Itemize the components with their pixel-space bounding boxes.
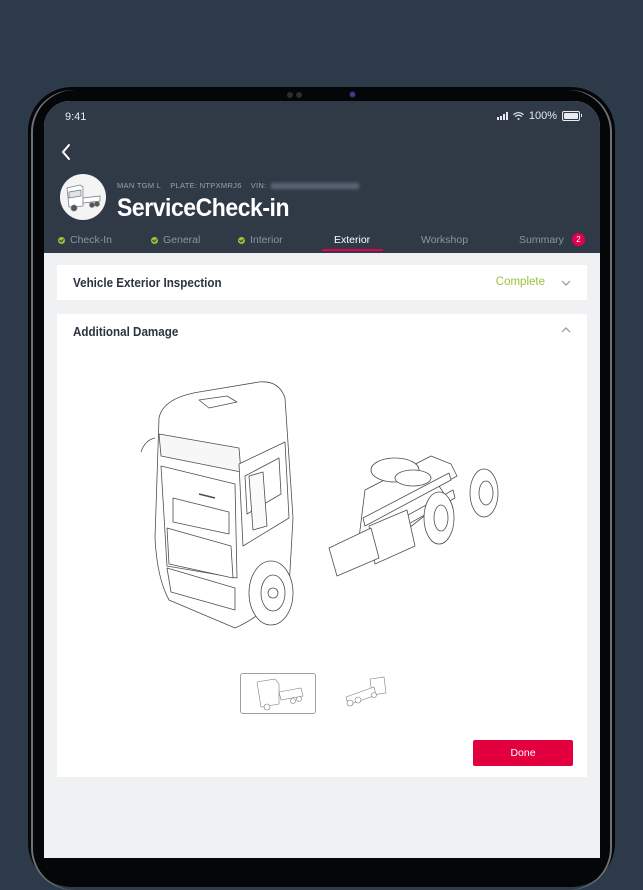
page-title: ServiceCheck-in <box>117 194 290 222</box>
tab-label: General <box>163 234 201 246</box>
sensor-dot <box>287 92 293 98</box>
battery-icon <box>562 111 582 121</box>
tab-workshop[interactable]: Workshop <box>421 234 468 246</box>
status-label: Complete <box>495 276 545 288</box>
view-thumbnail-rear[interactable] <box>334 673 408 712</box>
sensor-dot <box>296 92 302 98</box>
tab-exterior[interactable]: Exterior <box>334 234 370 246</box>
vehicle-model: MAN TGM L <box>117 181 162 190</box>
check-icon <box>238 236 245 244</box>
done-button[interactable]: Done <box>473 740 573 766</box>
tab-label: Exterior <box>334 234 371 246</box>
vin-value-redacted <box>270 183 359 190</box>
chevron-up-icon[interactable] <box>561 325 571 335</box>
section-title: Additional Damage <box>73 325 179 339</box>
tab-general[interactable]: General <box>151 234 200 246</box>
truck-thumbnail-icon <box>66 184 101 212</box>
status-indicators: 100% <box>496 110 582 122</box>
front-camera <box>350 92 355 97</box>
back-button[interactable] <box>58 141 74 163</box>
notification-badge: 2 <box>571 233 585 246</box>
cellular-signal-icon <box>496 112 508 120</box>
tab-interior[interactable]: Interior <box>238 234 283 246</box>
truck-front-view-icon <box>256 678 304 711</box>
app-screen: 9:41 100% MAN TGM L PLATE: NTPXMRJ6 VIN:… <box>44 101 600 858</box>
vehicle-avatar <box>60 174 106 220</box>
vehicle-plate: PLATE: NTPXMRJ6 <box>170 181 242 190</box>
app-header: 9:41 100% MAN TGM L PLATE: NTPXMRJ6 VIN:… <box>44 101 600 253</box>
exterior-inspection-card[interactable]: Vehicle Exterior Inspection Complete <box>57 265 587 300</box>
active-tab-indicator <box>322 249 383 251</box>
section-title: Vehicle Exterior Inspection <box>73 276 222 290</box>
vehicle-vin: VIN: <box>251 181 359 190</box>
tab-check-in[interactable]: Check-In <box>58 234 112 246</box>
tab-label: Summary <box>519 233 564 246</box>
truck-diagram[interactable] <box>139 378 509 643</box>
view-thumbnail-front[interactable] <box>240 673 316 714</box>
additional-damage-card: Additional Damage Done <box>57 314 587 777</box>
tab-summary[interactable]: Summary 2 <box>519 233 585 246</box>
vin-label: VIN: <box>250 181 267 190</box>
status-time: 9:41 <box>65 111 87 123</box>
step-tabs: Check-In General Interior Exterior Works… <box>44 229 600 253</box>
wifi-icon <box>512 112 524 120</box>
truck-rear-view-icon <box>345 676 387 707</box>
check-icon <box>58 236 65 244</box>
tab-label: Interior <box>250 234 283 246</box>
tab-label: Workshop <box>421 234 469 246</box>
tab-label: Check-In <box>70 234 113 246</box>
battery-percent: 100% <box>528 110 557 122</box>
vehicle-meta: MAN TGM L PLATE: NTPXMRJ6 VIN: <box>117 181 359 190</box>
chevron-down-icon[interactable] <box>561 278 571 288</box>
check-icon <box>151 236 158 244</box>
